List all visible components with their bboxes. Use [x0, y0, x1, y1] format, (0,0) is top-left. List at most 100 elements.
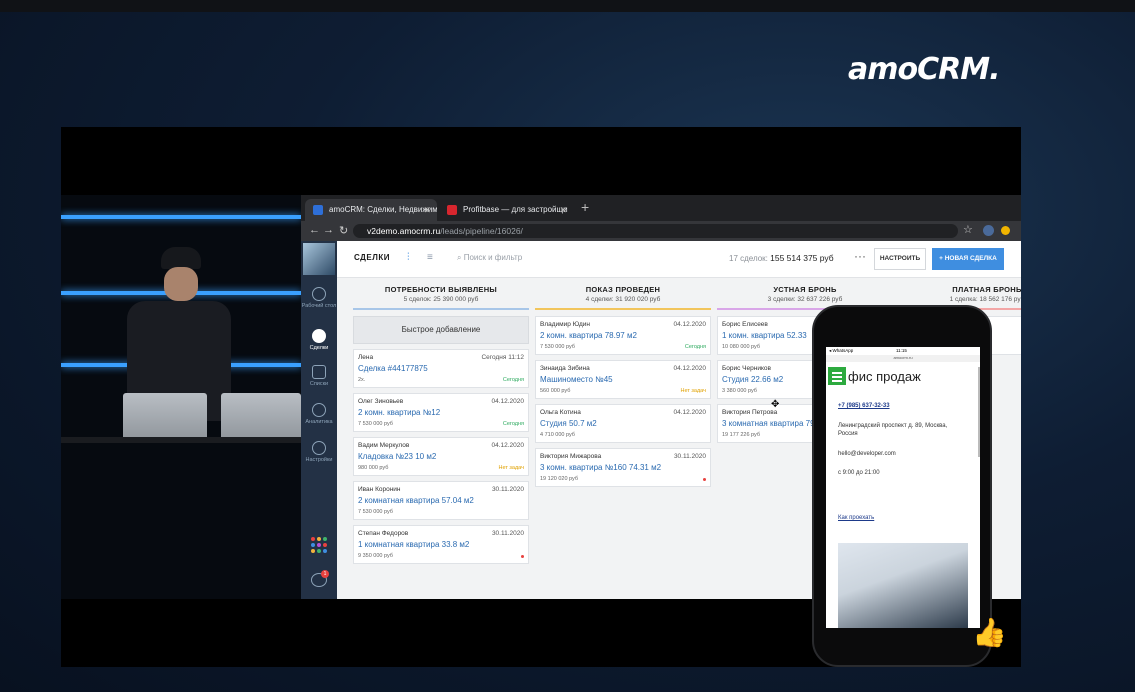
- deal-link[interactable]: 3 комнатная квартира 79: [722, 419, 815, 428]
- deal-price: 4 710 000 руб: [540, 432, 575, 438]
- deal-price: 3 380 000 руб: [722, 388, 757, 394]
- deal-link[interactable]: Студия 22.66 м2: [722, 375, 783, 384]
- task-status: Сегодня: [502, 421, 524, 427]
- phone-number-link[interactable]: +7 (985) 637-32-33: [838, 402, 890, 410]
- url-input[interactable]: v2demo.amocrm.ru/leads/pipeline/16026/: [353, 224, 958, 238]
- directions-link[interactable]: Как проехать: [838, 514, 874, 522]
- notification-badge: 1: [321, 570, 329, 578]
- tab-strip: amoCRM: Сделки, Недвижимо ✕ Profitbase —…: [301, 195, 1021, 221]
- new-deal-button[interactable]: + НОВАЯ СДЕЛКА: [932, 248, 1004, 270]
- deal-date: 04.12.2020: [673, 321, 706, 328]
- sidebar-item-settings[interactable]: Настройки: [301, 441, 337, 463]
- tab-profitbase[interactable]: Profitbase — для застройщи ✕: [439, 199, 573, 221]
- pipeline-column: ПОТРЕБНОСТИ ВЫЯВЛЕНЫ 5 сделок: 25 390 000…: [353, 277, 529, 569]
- new-tab-icon[interactable]: +: [581, 199, 589, 215]
- sidebar-item-deals[interactable]: Сделки: [301, 329, 337, 351]
- sidebar-item-dashboard[interactable]: Рабочий стол: [301, 287, 337, 309]
- deal-card[interactable]: Ольга Котина 04.12.2020 Студия 50.7 м2 4 71…: [535, 404, 711, 443]
- close-icon[interactable]: ✕: [559, 199, 567, 221]
- reload-icon[interactable]: ↻: [339, 224, 348, 237]
- list-view-icon[interactable]: ≡: [427, 252, 433, 263]
- stage-scene: [61, 195, 301, 599]
- search-input[interactable]: ⌕ Поиск и фильтр: [457, 253, 522, 263]
- neon-light-strip: [61, 215, 301, 219]
- contact-name: Вадим Меркулов: [358, 442, 410, 449]
- quick-add-button[interactable]: Быстрое добавление: [353, 316, 529, 344]
- sidebar-item-analytics[interactable]: Аналитика: [301, 403, 337, 425]
- deal-date: 04.12.2020: [673, 365, 706, 372]
- overdue-dot: [703, 478, 706, 481]
- contact-name: Иван Коронин: [358, 486, 401, 493]
- deal-card[interactable]: Степан Федоров 30.11.2020 1 комнатная квар…: [353, 525, 529, 564]
- phone-mockup: ◂ WhatsApp 11:15 amocrm.ru фис продаж +7 …: [812, 305, 992, 667]
- speedometer-icon: [312, 287, 326, 301]
- address-bar: ← → ↻ v2demo.amocrm.ru/leads/pipeline/16…: [301, 221, 1021, 241]
- task-status: Сегодня: [502, 377, 524, 383]
- column-summary: 5 сделок: 25 390 000 руб: [403, 296, 479, 303]
- contact-name: Степан Федоров: [358, 530, 409, 537]
- pipeline-column: ПОКАЗ ПРОВЕДЕН 4 сделки: 31 920 020 руб Вл…: [535, 277, 711, 492]
- deal-card[interactable]: Зинаида Зибина 04.12.2020 Машиноместо №45 5…: [535, 360, 711, 399]
- phone-screen: ◂ WhatsApp 11:15 amocrm.ru фис продаж +7 …: [826, 347, 980, 628]
- deal-card[interactable]: Лена Сегодня 11:12 Сделка #44177875 2x. Сего…: [353, 349, 529, 388]
- more-menu-icon[interactable]: ···: [854, 249, 866, 263]
- deal-link[interactable]: Студия 50.7 м2: [540, 419, 597, 428]
- amocrm-favicon-icon: [313, 205, 323, 215]
- deal-card[interactable]: Олег Зиновьев 04.12.2020 2 комн. квартира …: [353, 393, 529, 432]
- deal-price: 980 000 руб: [358, 465, 389, 471]
- deal-price: 19 177 226 руб: [722, 432, 761, 438]
- deal-link[interactable]: 2 комн. квартира 78.97 м2: [540, 331, 637, 340]
- deal-price: 10 080 000 руб: [722, 344, 761, 350]
- deal-date: 30.11.2020: [491, 530, 524, 537]
- email-text: hello@developer.com: [838, 451, 896, 457]
- task-status: Нет задач: [498, 465, 525, 471]
- pipeline-header: СДЕЛКИ ⫶ ≡ ⌕ Поиск и фильтр 17 сделок: 1…: [337, 241, 1021, 278]
- deal-price: 2x.: [358, 377, 366, 383]
- back-icon[interactable]: ←: [309, 224, 320, 236]
- phone-status-bar: ◂ WhatsApp 11:15: [829, 348, 907, 353]
- move-cursor-icon: ✥: [771, 399, 780, 410]
- deal-link[interactable]: 3 комн. квартира №160 74.31 м2: [540, 463, 661, 472]
- deal-link[interactable]: 1 комнатная квартира 33.8 м2: [358, 540, 469, 549]
- deal-card[interactable]: Виктория Мижарова 30.11.2020 3 комн. кварт…: [535, 448, 711, 487]
- column-title: ПОТРЕБНОСТИ ВЫЯВЛЕНЫ: [384, 285, 498, 294]
- extension-icon[interactable]: [1001, 226, 1010, 235]
- star-icon[interactable]: ☆: [963, 223, 973, 236]
- apps-grid-icon[interactable]: [311, 537, 327, 553]
- deal-card[interactable]: Иван Коронин 30.11.2020 2 комнатная кварти…: [353, 481, 529, 520]
- deal-date: 04.12.2020: [673, 409, 706, 416]
- avatar[interactable]: [303, 243, 335, 275]
- contact-name: Борис Черников: [722, 365, 771, 372]
- deal-price: 9 350 000 руб: [358, 553, 393, 559]
- hamburger-menu-icon[interactable]: [828, 367, 846, 385]
- deal-card[interactable]: Владимир Юдин 04.12.2020 2 комн. квартира …: [535, 316, 711, 355]
- column-summary: 4 сделки: 31 920 020 руб: [585, 296, 661, 303]
- column-title: ПОКАЗ ПРОВЕДЕН: [585, 285, 661, 294]
- deal-date: 04.12.2020: [491, 398, 524, 405]
- deal-link[interactable]: 2 комнатная квартира 57.04 м2: [358, 496, 474, 505]
- deal-card[interactable]: Вадим Меркулов 04.12.2020 Кладовка №23 10 …: [353, 437, 529, 476]
- kanban-view-icon[interactable]: ⫶: [407, 252, 410, 263]
- deal-link[interactable]: 2 комн. квартира №12: [358, 408, 440, 417]
- laptop: [221, 393, 301, 441]
- column-color-bar: [535, 308, 711, 310]
- close-icon[interactable]: ✕: [423, 199, 431, 221]
- deal-price: 19 120 020 руб: [540, 476, 579, 482]
- contact-name: Борис Елисеев: [722, 321, 768, 328]
- deal-link[interactable]: Машиноместо №45: [540, 375, 613, 384]
- column-summary: 1 сделка: 18 562 176 руб: [949, 296, 1021, 303]
- task-status: Нет задач: [680, 388, 707, 394]
- deal-link[interactable]: 1 комн. квартира 52.33: [722, 331, 807, 340]
- profile-icon[interactable]: [983, 225, 994, 236]
- list-icon: [312, 365, 326, 379]
- tab-amocrm[interactable]: amoCRM: Сделки, Недвижимо ✕: [305, 199, 437, 221]
- deal-link[interactable]: Кладовка №23 10 м2: [358, 452, 436, 461]
- phone-url: amocrm.ru: [826, 355, 980, 362]
- contact-name: Лена: [358, 354, 374, 361]
- office-photo: [838, 543, 968, 628]
- forward-icon[interactable]: →: [323, 224, 334, 236]
- sidebar-item-lists[interactable]: Списки: [301, 365, 337, 387]
- deal-link[interactable]: Сделка #44177875: [358, 364, 428, 373]
- configure-button[interactable]: НАСТРОИТЬ: [874, 248, 926, 270]
- sidebar: Рабочий стол Сделки Списки Аналитика Нас…: [301, 241, 337, 599]
